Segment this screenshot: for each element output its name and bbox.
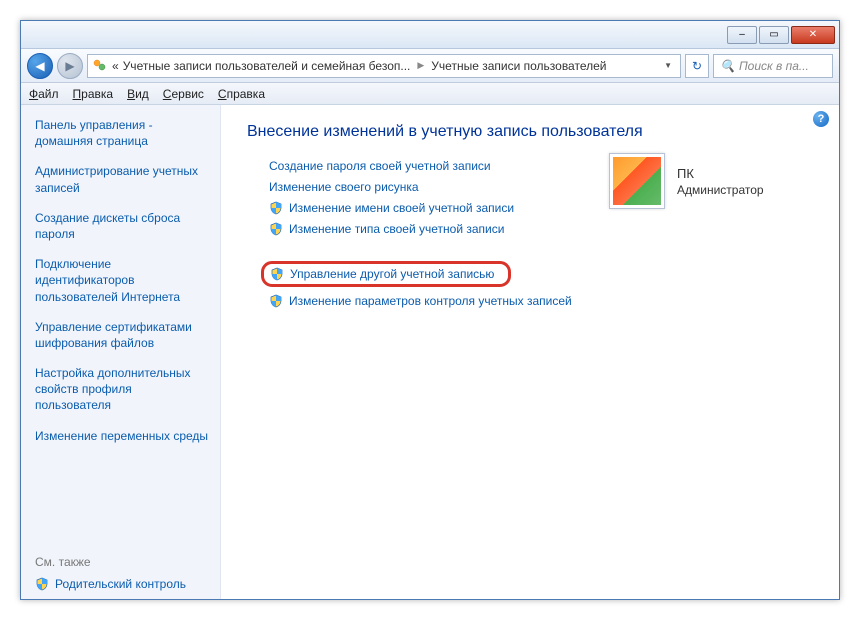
address-bar[interactable]: « Учетные записи пользователей и семейна… xyxy=(87,54,681,78)
window-buttons: – ▭ ✕ xyxy=(727,26,835,44)
page-title: Внесение изменений в учетную запись поль… xyxy=(247,123,821,141)
menu-edit[interactable]: Правка xyxy=(73,87,114,101)
shield-icon xyxy=(270,267,284,281)
menubar: Файл Правка Вид Сервис Справка xyxy=(21,83,839,105)
search-input[interactable]: 🔍 Поиск в па... xyxy=(713,54,833,78)
shield-icon xyxy=(269,201,283,215)
link-change-name-anchor[interactable]: Изменение имени своей учетной записи xyxy=(289,201,514,215)
search-placeholder: Поиск в па... xyxy=(739,59,809,73)
sidebar-nav: Панель управления - домашняя страница Ад… xyxy=(35,117,210,545)
refresh-button[interactable]: ↻ xyxy=(685,54,709,78)
menu-help[interactable]: Справка xyxy=(218,87,265,101)
main-panel: ? Внесение изменений в учетную запись по… xyxy=(221,105,839,599)
menu-tools[interactable]: Сервис xyxy=(163,87,204,101)
account-text: ПК Администратор xyxy=(677,166,764,197)
sidebar: Панель управления - домашняя страница Ад… xyxy=(21,105,221,599)
address-prefix: « xyxy=(112,59,119,73)
minimize-button[interactable]: – xyxy=(727,26,757,44)
link-create-password-anchor[interactable]: Создание пароля своей учетной записи xyxy=(269,159,491,173)
back-button[interactable]: ◀ xyxy=(27,53,53,79)
content: Панель управления - домашняя страница Ад… xyxy=(21,105,839,599)
see-also-label: См. также xyxy=(35,555,210,569)
sidebar-item-home[interactable]: Панель управления - домашняя страница xyxy=(35,117,210,149)
address-segment-1[interactable]: Учетные записи пользователей и семейная … xyxy=(123,59,411,73)
sidebar-item-online-ids[interactable]: Подключение идентификаторов пользователе… xyxy=(35,256,210,305)
link-change-picture-anchor[interactable]: Изменение своего рисунка xyxy=(269,180,419,194)
account-name: ПК xyxy=(677,166,764,181)
link-uac-settings-anchor[interactable]: Изменение параметров контроля учетных за… xyxy=(289,294,572,308)
help-icon[interactable]: ? xyxy=(813,111,829,127)
menu-view[interactable]: Вид xyxy=(127,87,149,101)
link-change-type-anchor[interactable]: Изменение типа своей учетной записи xyxy=(289,222,504,236)
highlight-callout: Управление другой учетной записью xyxy=(261,261,511,287)
shield-icon xyxy=(269,222,283,236)
close-button[interactable]: ✕ xyxy=(791,26,835,44)
maximize-button[interactable]: ▭ xyxy=(759,26,789,44)
parental-controls-link[interactable]: Родительский контроль xyxy=(35,577,210,591)
location-icon xyxy=(92,58,108,74)
address-segment-2[interactable]: Учетные записи пользователей xyxy=(431,59,606,73)
link-change-type: Изменение типа своей учетной записи xyxy=(269,222,821,236)
address-dropdown-icon[interactable]: ▼ xyxy=(660,61,676,70)
forward-button[interactable]: ▶ xyxy=(57,53,83,79)
avatar xyxy=(609,153,665,209)
shield-icon xyxy=(35,577,49,591)
chevron-right-icon[interactable]: ▶ xyxy=(414,60,427,71)
navbar: ◀ ▶ « Учетные записи пользователей и сем… xyxy=(21,49,839,83)
account-summary: ПК Администратор xyxy=(609,153,819,209)
sidebar-item-profile[interactable]: Настройка дополнительных свойств профиля… xyxy=(35,365,210,414)
avatar-image xyxy=(613,157,661,205)
link-manage-other: Управление другой учетной записью xyxy=(269,261,821,287)
search-icon: 🔍 xyxy=(720,59,735,73)
sidebar-item-admin[interactable]: Администрирование учетных записей xyxy=(35,163,210,195)
link-uac-settings: Изменение параметров контроля учетных за… xyxy=(269,294,821,308)
menu-file[interactable]: Файл xyxy=(29,87,59,101)
sidebar-item-env[interactable]: Изменение переменных среды xyxy=(35,428,210,444)
account-role: Администратор xyxy=(677,183,764,197)
link-manage-other-anchor[interactable]: Управление другой учетной записью xyxy=(290,267,494,281)
titlebar: – ▭ ✕ xyxy=(21,21,839,49)
shield-icon xyxy=(269,294,283,308)
window: – ▭ ✕ ◀ ▶ « Учетные записи пользователей… xyxy=(20,20,840,600)
sidebar-item-certs[interactable]: Управление сертификатами шифрования файл… xyxy=(35,319,210,351)
parental-controls-label: Родительский контроль xyxy=(55,577,186,591)
sidebar-item-reset-disk[interactable]: Создание дискеты сброса пароля xyxy=(35,210,210,242)
sidebar-footer: См. также Родительский контроль xyxy=(35,545,210,591)
